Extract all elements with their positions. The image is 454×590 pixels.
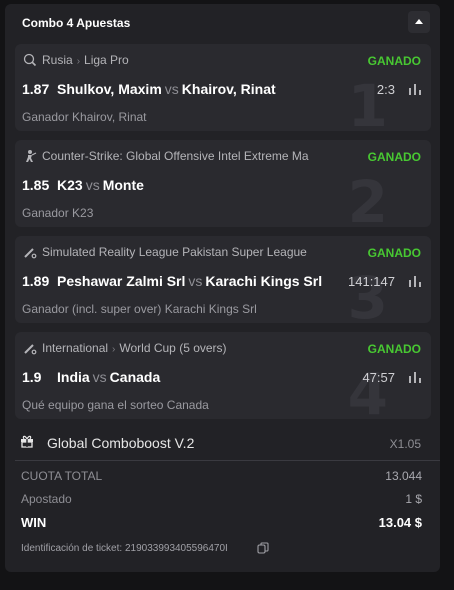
match-score: 2:3 [376,82,395,97]
home-team: Shulkov, Maxim [57,81,162,97]
match-teams[interactable]: K23 vs Monte [57,177,144,193]
chevron-right-icon: › [112,344,116,355]
bet-card-4[interactable]: 4 International › World Cup (5 overs) GANA… [15,332,431,419]
league-country[interactable]: Rusia [42,53,73,67]
chevron-right-icon: › [76,56,81,67]
bet-slip-title: Combo 4 Apuestas [22,16,131,30]
boost-multiplier: X1.05 [389,437,421,451]
away-team: Monte [102,177,144,193]
league-name[interactable]: Simulated Reality League Pakistan Super … [42,245,307,259]
copy-icon[interactable] [257,542,269,554]
match-score: 141:147 [348,274,395,289]
home-team: K23 [57,177,83,193]
win-label: WIN [21,515,47,530]
vs-label: vs [92,369,107,385]
vs-label: vs [188,273,203,289]
counter-strike-icon [26,150,37,162]
stats-icon[interactable] [408,275,422,287]
home-team: India [57,369,90,385]
bet-card-1[interactable]: 1 Rusia › Liga Pro GANADO 1.87 Shulkov, Ma… [15,44,431,131]
collapse-button[interactable] [408,11,430,33]
match-teams[interactable]: India vs Canada [57,369,160,385]
result-badge: GANADO [367,342,421,356]
bet-slip-header[interactable]: Combo 4 Apuestas [5,4,440,40]
league-country[interactable]: International [42,341,108,355]
bet-card-3[interactable]: 3 Simulated Reality League Pakistan Supe… [15,236,431,323]
league-name[interactable]: World Cup (5 overs) [119,341,226,355]
bet-odds: 1.85 [22,177,50,193]
staked-value: 1 $ [405,492,422,506]
win-value: 13.04 $ [378,515,422,530]
league-breadcrumb: International › World Cup (5 overs) [42,341,362,355]
staked-label: Apostado [21,492,72,506]
bet-odds: 1.89 [22,273,50,289]
stats-icon[interactable] [408,371,422,383]
league-name[interactable]: Liga Pro [84,53,129,67]
ping-pong-icon [23,53,37,67]
chevron-up-icon [415,19,423,24]
total-odds-label: CUOTA TOTAL [21,469,103,483]
divider [15,460,440,461]
boost-label: Global Comboboost V.2 [47,435,195,451]
vs-label: vs [85,177,100,193]
away-team: Canada [109,369,161,385]
bet-index-number: 2 [347,168,388,227]
league-breadcrumb: Counter-Strike: Global Offensive Intel E… [42,149,362,163]
bet-selection: Qué equipo gana el sorteo Canada [22,398,209,412]
vs-label: vs [164,81,179,97]
match-teams[interactable]: Shulkov, Maxim vs Khairov, Rinat [57,81,276,97]
home-team: Peshawar Zalmi Srl [57,273,186,289]
away-team: Khairov, Rinat [181,81,276,97]
bet-odds: 1.87 [22,81,50,97]
cricket-icon [24,344,37,355]
gift-icon [21,435,33,448]
cricket-icon [24,248,37,259]
league-breadcrumb: Rusia › Liga Pro [42,53,362,67]
total-odds-value: 13.044 [385,469,422,483]
bet-slip-panel: Combo 4 Apuestas 1 Rusia › Liga Pro GANADO… [5,4,440,572]
away-team: Karachi Kings Srl [205,273,323,289]
stats-icon[interactable] [408,83,422,95]
result-badge: GANADO [367,54,421,68]
league-breadcrumb: Simulated Reality League Pakistan Super … [42,245,362,259]
bet-card-2[interactable]: 2 Counter-Strike: Global Offensive Intel… [15,140,431,227]
result-badge: GANADO [367,150,421,164]
bet-selection: Ganador (incl. super over) Karachi Kings… [22,302,257,316]
bet-selection: Ganador K23 [22,206,94,220]
league-name[interactable]: Counter-Strike: Global Offensive Intel E… [42,149,309,163]
bet-selection: Ganador Khairov, Rinat [22,110,147,124]
bet-odds: 1.9 [22,369,42,385]
match-teams[interactable]: Peshawar Zalmi Srl vs Karachi Kings Srl [57,273,322,289]
match-score: 47:57 [362,370,395,385]
result-badge: GANADO [367,246,421,260]
ticket-id: Identificación de ticket: 21903399340559… [21,543,228,554]
